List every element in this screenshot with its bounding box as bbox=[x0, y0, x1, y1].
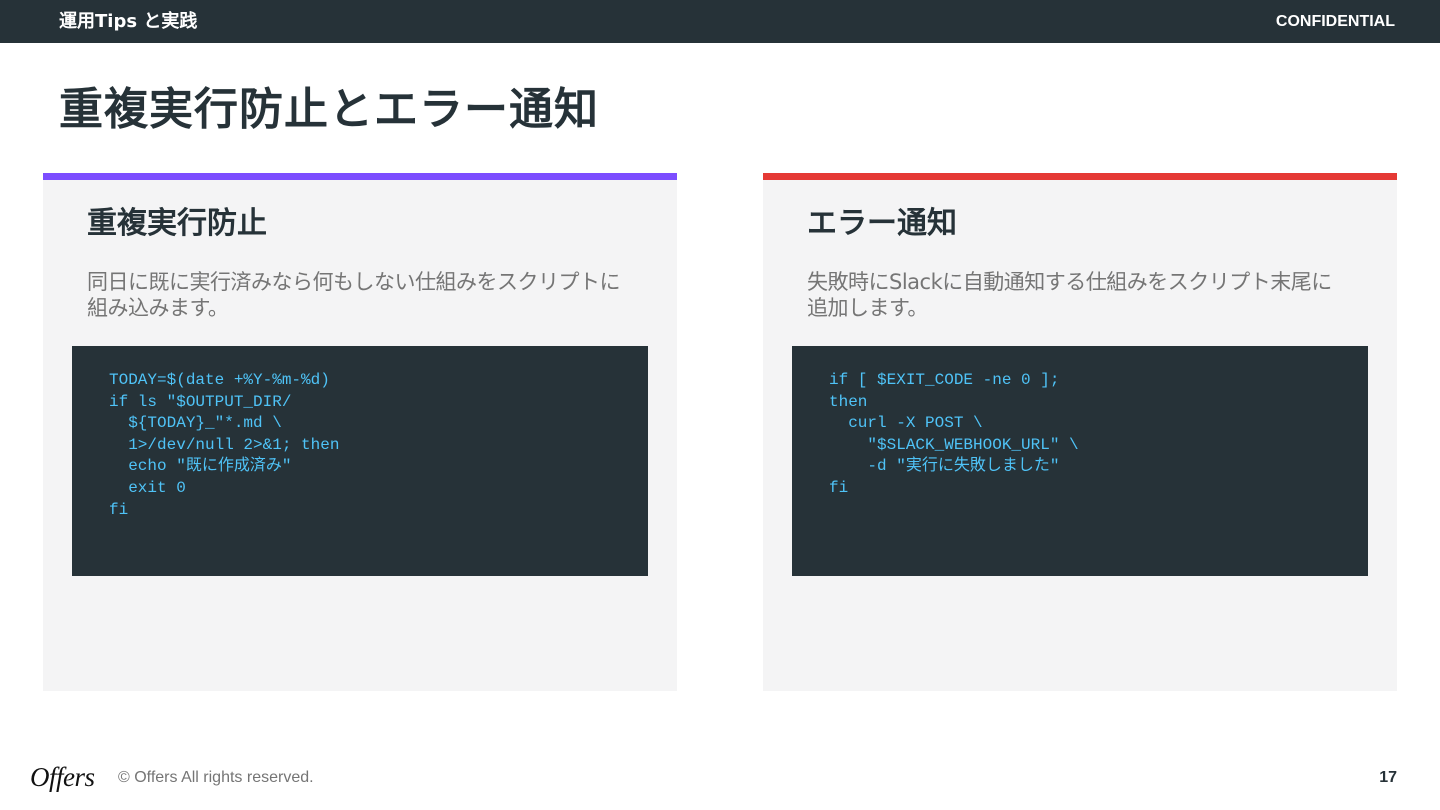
card-accent-bar bbox=[763, 173, 1397, 180]
copyright-text: © Offers All rights reserved. bbox=[118, 769, 314, 786]
code-snippet: TODAY=$(date +%Y-%m-%d) if ls "$OUTPUT_D… bbox=[109, 371, 340, 519]
page-number: 17 bbox=[1379, 769, 1397, 786]
card-description: 失敗時にSlackに自動通知する仕組みをスクリプト末尾に追加します。 bbox=[807, 270, 1332, 320]
card-title: エラー通知 bbox=[807, 206, 957, 241]
offers-logo: Offers bbox=[30, 762, 95, 792]
card-title: 重複実行防止 bbox=[87, 206, 267, 241]
card-description: 同日に既に実行済みなら何もしない仕組みをスクリプトに組み込みます。 bbox=[87, 270, 621, 320]
code-block: TODAY=$(date +%Y-%m-%d) if ls "$OUTPUT_D… bbox=[72, 346, 648, 576]
page-title: 重複実行防止とエラー通知 bbox=[59, 84, 599, 135]
code-snippet: if [ $EXIT_CODE -ne 0 ]; then curl -X PO… bbox=[829, 371, 1079, 497]
card-duplicate-prevention: 重複実行防止 同日に既に実行済みなら何もしない仕組みをスクリプトに組み込みます。… bbox=[43, 173, 677, 691]
section-title: 運用Tips と実践 bbox=[59, 11, 198, 32]
code-block: if [ $EXIT_CODE -ne 0 ]; then curl -X PO… bbox=[792, 346, 1368, 576]
card-error-notification: エラー通知 失敗時にSlackに自動通知する仕組みをスクリプト末尾に追加します。… bbox=[763, 173, 1397, 691]
confidential-label: CONFIDENTIAL bbox=[1275, 13, 1395, 30]
top-bar: 運用Tips と実践 CONFIDENTIAL bbox=[0, 0, 1440, 43]
card-accent-bar bbox=[43, 173, 677, 180]
